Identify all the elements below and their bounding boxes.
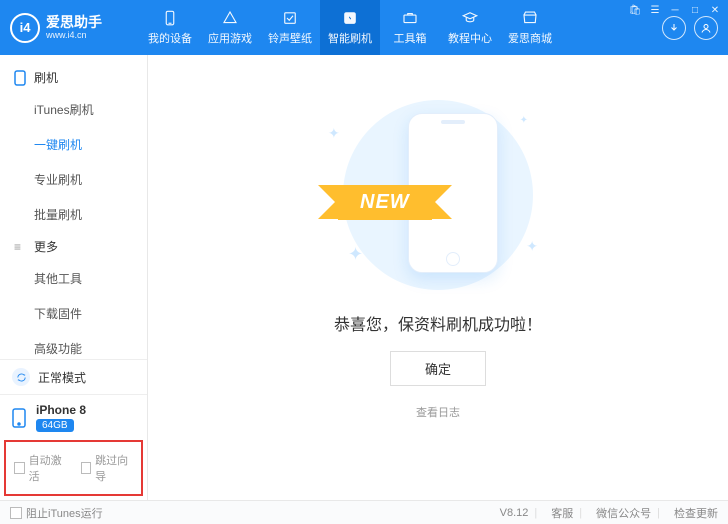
sidebar-section-more: ≡ 更多	[0, 232, 147, 261]
app-name: 爱思助手	[46, 15, 102, 30]
sidebar: 刷机 iTunes刷机 一键刷机 专业刷机 批量刷机 ≡ 更多 其他工具 下载固…	[0, 55, 148, 500]
nav-apps[interactable]: 应用游戏	[200, 0, 260, 55]
apps-icon	[220, 9, 240, 27]
phone-icon	[160, 9, 180, 27]
sidebar-item-advanced[interactable]: 高级功能	[0, 331, 147, 359]
list-icon: ≡	[14, 240, 28, 254]
sidebar-item-itunes-flash[interactable]: iTunes刷机	[0, 92, 147, 127]
storage-badge: 64GB	[36, 419, 74, 432]
minimize-icon[interactable]: ─	[668, 3, 682, 17]
app-header: i4 爱思助手 www.i4.cn 我的设备 应用游戏 铃声壁纸 智能刷机 工具…	[0, 0, 728, 55]
confirm-button[interactable]: 确定	[390, 351, 486, 386]
nav-label: 我的设备	[148, 30, 192, 46]
success-message: 恭喜您，保资料刷机成功啦！	[334, 311, 542, 335]
checkbox-icon	[14, 462, 25, 474]
phone-outline-icon	[14, 70, 28, 86]
footer: 阻止iTunes运行 V8.12 | 客服 | 微信公众号 | 检查更新	[0, 500, 728, 524]
support-link[interactable]: 客服	[551, 505, 573, 521]
sidebar-item-download-firmware[interactable]: 下载固件	[0, 296, 147, 331]
maximize-icon[interactable]: □	[688, 3, 702, 17]
nav-tutorials[interactable]: 教程中心	[440, 0, 500, 55]
version-label: V8.12	[500, 507, 529, 519]
nav-label: 爱思商城	[508, 30, 552, 46]
success-illustration: ✦ ✦ ✦ ✦ NEW	[308, 95, 568, 295]
checkbox-icon	[10, 507, 22, 519]
check-update-link[interactable]: 检查更新	[674, 505, 718, 521]
sidebar-item-other-tools[interactable]: 其他工具	[0, 261, 147, 296]
nav-label: 智能刷机	[328, 30, 372, 46]
device-icon	[12, 408, 28, 428]
auto-activate-checkbox[interactable]: 自动激活	[14, 452, 67, 484]
graduation-icon	[460, 9, 480, 27]
nav-label: 应用游戏	[208, 30, 252, 46]
sidebar-section-flash: 刷机	[0, 63, 147, 92]
sidebar-item-oneclick-flash[interactable]: 一键刷机	[0, 127, 147, 162]
user-button[interactable]	[694, 16, 718, 40]
logo-icon: i4	[10, 13, 40, 43]
wallpaper-icon	[280, 9, 300, 27]
sidebar-item-pro-flash[interactable]: 专业刷机	[0, 162, 147, 197]
wechat-link[interactable]: 微信公众号	[596, 505, 651, 521]
nav-my-device[interactable]: 我的设备	[140, 0, 200, 55]
menu-icon[interactable]: ☰	[648, 3, 662, 17]
logo: i4 爱思助手 www.i4.cn	[10, 13, 140, 43]
toolbox-icon	[400, 9, 420, 27]
view-log-link[interactable]: 查看日志	[416, 404, 460, 420]
close-icon[interactable]: ✕	[708, 3, 722, 17]
device-row[interactable]: iPhone 8 64GB	[0, 395, 147, 440]
shopping-icon[interactable]: 🛍	[628, 3, 642, 17]
options-highlight: 自动激活 跳过向导	[4, 440, 143, 496]
nav-toolbox[interactable]: 工具箱	[380, 0, 440, 55]
checkbox-icon	[81, 462, 92, 474]
sidebar-item-batch-flash[interactable]: 批量刷机	[0, 197, 147, 232]
main-nav: 我的设备 应用游戏 铃声壁纸 智能刷机 工具箱 教程中心 爱思商城	[140, 0, 662, 55]
download-button[interactable]	[662, 16, 686, 40]
mode-label: 正常模式	[38, 369, 86, 386]
skip-guide-checkbox[interactable]: 跳过向导	[81, 452, 134, 484]
new-ribbon: NEW	[338, 185, 432, 220]
mode-row[interactable]: 正常模式	[0, 360, 147, 395]
store-icon	[520, 9, 540, 27]
nav-label: 教程中心	[448, 30, 492, 46]
nav-label: 工具箱	[394, 30, 427, 46]
nav-store[interactable]: 爱思商城	[500, 0, 560, 55]
nav-ringtones[interactable]: 铃声壁纸	[260, 0, 320, 55]
main-content: ✦ ✦ ✦ ✦ NEW 恭喜您，保资料刷机成功啦！ 确定 查看日志	[148, 55, 728, 500]
nav-flash[interactable]: 智能刷机	[320, 0, 380, 55]
device-name: iPhone 8	[36, 403, 86, 417]
app-url: www.i4.cn	[46, 30, 102, 40]
refresh-icon	[12, 368, 30, 386]
flash-icon	[340, 9, 360, 27]
block-itunes-checkbox[interactable]: 阻止iTunes运行	[10, 505, 103, 521]
nav-label: 铃声壁纸	[268, 30, 312, 46]
